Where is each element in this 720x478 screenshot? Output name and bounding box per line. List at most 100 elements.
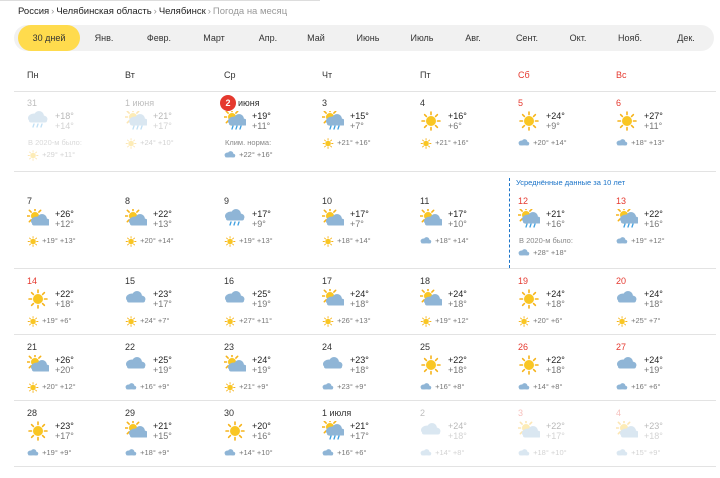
temp-day: +23° xyxy=(55,421,74,431)
day-cell[interactable]: 11 +17° +10° +18° +14° xyxy=(419,196,518,266)
day-date: 4 xyxy=(616,408,622,418)
tab-10[interactable]: Окт. xyxy=(558,25,598,51)
weather-icon xyxy=(321,418,346,441)
average-data-divider xyxy=(509,178,511,268)
day-cell[interactable]: 28 +23° +17° +19° +9° xyxy=(27,408,125,478)
history-temps-value: +19° +6° xyxy=(42,316,72,326)
temp-day: +21° xyxy=(153,421,172,431)
day-cell[interactable]: 8 +22° +13° +20° +14° xyxy=(124,196,223,266)
day-cell[interactable]: 22 +25° +19° +16° +9° xyxy=(125,342,223,412)
history-temps: +29° +11° xyxy=(27,150,75,161)
tab-12[interactable]: Дек. xyxy=(663,25,709,51)
cloudy-icon xyxy=(125,449,137,456)
cloudy-icon xyxy=(126,357,146,369)
partly-cloudy-icon xyxy=(26,207,51,226)
day-cell[interactable]: 12 +21° +16° В 2020-м было: +28° +18° xyxy=(517,196,616,266)
history-temps-value: +19° +9° xyxy=(42,448,72,458)
day-date: 24 xyxy=(322,342,333,352)
temp-night: +18° xyxy=(546,365,565,375)
day-cell[interactable]: 24 +23° +18° +23° +9° xyxy=(322,342,420,412)
day-cell[interactable]: 25 +22° +18° +16° +8° xyxy=(420,342,518,412)
tab-7[interactable]: Июль xyxy=(402,25,442,51)
cloudy-icon xyxy=(420,449,432,456)
history-temps-value: +20° +14° xyxy=(140,236,174,246)
day-cell[interactable]: 3 +15° +7° +21° +16° xyxy=(321,98,420,168)
partly-cloudy-rain-icon xyxy=(517,206,542,228)
day-date: 2 xyxy=(420,408,426,418)
day-cell[interactable]: 7 +26° +12° +19° +13° xyxy=(26,196,125,266)
day-cell[interactable]: 4 +23° +18° +15° +9° xyxy=(615,408,714,478)
day-cell[interactable]: 13 +22° +16° +19° +12° xyxy=(615,196,714,266)
day-cell[interactable]: 4 +16° +6° +21° +16° xyxy=(420,98,518,168)
day-cell[interactable]: 30 +20° +16° +14° +10° xyxy=(224,408,322,478)
day-cell[interactable]: 29 +21° +15° +18° +9° xyxy=(124,408,223,478)
partly-cloudy-icon xyxy=(517,419,542,438)
breadcrumb-russia[interactable]: Россия xyxy=(18,6,49,17)
tab-6[interactable]: Июнь xyxy=(348,25,388,51)
day-cell[interactable]: 31 +18° +14° В 2020-м было: +29° +11° xyxy=(27,98,125,168)
day-date: 12 xyxy=(518,196,529,206)
day-cell[interactable]: 26 +22° +18° +14° +8° xyxy=(518,342,616,412)
breadcrumb-city[interactable]: Челябинск xyxy=(159,6,206,17)
temp-day: +17° xyxy=(252,209,271,219)
weather-icon xyxy=(420,355,442,375)
weather-icon xyxy=(124,207,149,229)
weather-icon xyxy=(27,421,49,441)
history-temps-value: +24° +10° xyxy=(140,138,174,148)
temp-day: +22° xyxy=(55,289,74,299)
tab-5[interactable]: Май xyxy=(298,25,334,51)
day-cell[interactable]: 20 +24° +18° +25° +7° xyxy=(616,276,714,346)
tab-9[interactable]: Сент. xyxy=(504,25,550,51)
day-cell[interactable]: 16 +25° +19° +27° +11° xyxy=(224,276,322,346)
history-temps: +18° +13° xyxy=(616,138,665,149)
day-cell[interactable]: 2 июня +19° +11° Клим. норма: +22° +16° xyxy=(220,95,322,168)
partly-cloudy-icon xyxy=(419,207,444,226)
day-cell[interactable]: 6 +27° +11° +18° +13° xyxy=(616,98,714,168)
cloudy-icon xyxy=(617,357,637,369)
day-cell[interactable]: 1 июля +21° +17° +16° +6° xyxy=(321,408,420,478)
day-cell[interactable]: 27 +24° +19° +16° +6° xyxy=(616,342,714,412)
temp-day: +21° xyxy=(350,421,369,431)
history-temps-value: +21° +9° xyxy=(239,382,269,392)
history-temps-value: +19° +13° xyxy=(42,236,76,246)
day-cell[interactable]: 3 +22° +17° +18° +10° xyxy=(517,408,616,478)
day-date: 22 xyxy=(125,342,136,352)
day-cell[interactable]: 23 +24° +19° +21° +9° xyxy=(223,342,322,412)
weather-icon xyxy=(615,419,640,441)
temp-day: +22° xyxy=(546,355,565,365)
temp-day: +23° xyxy=(153,289,172,299)
day-cell[interactable]: 14 +22° +18° +19° +6° xyxy=(27,276,125,346)
breadcrumb-region[interactable]: Челябинская область xyxy=(56,6,151,17)
tab-11[interactable]: Нояб. xyxy=(611,25,649,51)
temp-night: +18° xyxy=(350,365,369,375)
tab-3[interactable]: Март xyxy=(194,25,234,51)
day-cell[interactable]: 18 +24° +18° +19° +12° xyxy=(419,276,518,346)
day-cell[interactable]: 5 +24° +9° +20° +14° xyxy=(518,98,616,168)
temp-day: +15° xyxy=(350,111,369,121)
day-date: 1 июня xyxy=(125,98,155,108)
day-cell[interactable]: 17 +24° +18° +26° +13° xyxy=(321,276,420,346)
day-cell[interactable]: 2 +24° +18° +14° +8° xyxy=(420,408,518,478)
tab-4[interactable]: Апр. xyxy=(248,25,288,51)
temp-night: +11° xyxy=(644,121,663,131)
tab-1[interactable]: Янв. xyxy=(84,25,124,51)
day-cell[interactable]: 9 +17° +9° +19° +13° xyxy=(224,196,322,266)
day-date: 3 xyxy=(518,408,524,418)
tab-8[interactable]: Авг. xyxy=(454,25,492,51)
partly-cloudy-rain-icon xyxy=(615,206,640,228)
tab-0[interactable]: 30 дней xyxy=(18,25,80,51)
day-cell[interactable]: 1 июня +21° +17° +24° +10° xyxy=(124,98,223,168)
weather-icon xyxy=(518,289,540,309)
day-cell[interactable]: 10 +17° +7° +18° +14° xyxy=(321,196,420,266)
tab-2[interactable]: Февр. xyxy=(134,25,184,51)
day-cell[interactable]: 19 +24° +18° +20° +6° xyxy=(518,276,616,346)
day-date: 9 xyxy=(224,196,230,206)
history-temps: +19° +12° xyxy=(616,236,665,247)
history-temps: +20° +14° xyxy=(518,138,567,149)
weather-icon xyxy=(616,355,638,375)
temp-night: +16° xyxy=(252,431,271,441)
day-cell[interactable]: 15 +23° +17° +24° +7° xyxy=(125,276,223,346)
day-cell[interactable]: 21 +26° +20° +20° +12° xyxy=(26,342,125,412)
breadcrumb-separator: › xyxy=(51,6,55,17)
day-date: 1 июля xyxy=(322,408,352,418)
